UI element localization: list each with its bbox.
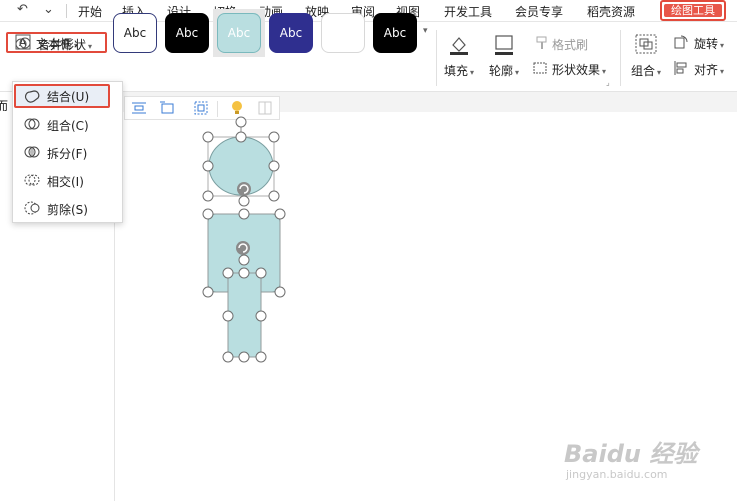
merge-shapes-label: 合并形状 ▾ xyxy=(38,38,93,52)
chevron-down-icon: ▾ xyxy=(602,67,607,76)
chevron-down-icon: ▾ xyxy=(88,42,93,51)
toolbar-divider xyxy=(217,101,218,117)
shape-effects-icon xyxy=(533,62,547,74)
ribbon-divider xyxy=(620,30,621,86)
subtract-icon xyxy=(24,201,40,215)
watermark-brand: Baidu 经验 xyxy=(564,440,698,468)
shape-frame-icon[interactable] xyxy=(159,100,175,116)
rotate-icon xyxy=(674,35,688,49)
tab-member-exclusive[interactable]: 会员专享 xyxy=(515,3,563,20)
outline-icon[interactable] xyxy=(493,33,515,55)
intersect-icon xyxy=(24,174,40,186)
shape-style-sample-5[interactable] xyxy=(321,13,365,53)
ribbon-divider xyxy=(436,30,437,86)
group-button[interactable]: 组合 ▾ xyxy=(631,62,661,79)
group-label: 组合 xyxy=(631,64,656,78)
tab-home[interactable]: 开始 xyxy=(78,3,102,20)
menu-item-fragment[interactable]: 拆分(F) xyxy=(13,139,122,165)
shape-style-sample-1[interactable]: Abc xyxy=(113,13,157,53)
menu-bar: ↶ ⌄ 开始 插入 设计 切换 动画 放映 审阅 视图 开发工具 会员专享 稻壳… xyxy=(0,0,737,22)
thumbnail-panel-partial-text: 而 xyxy=(0,99,9,113)
menu-item-union[interactable]: 结合(U) xyxy=(13,82,122,108)
menu-item-label: 组合(C) xyxy=(47,119,89,133)
merge-shapes-menu: 结合(U) 组合(C) 拆分(F) 相交(I) 剪除(S) xyxy=(12,81,123,223)
menu-item-combine[interactable]: 组合(C) xyxy=(13,111,122,137)
style-gallery-more-icon[interactable]: ▾ xyxy=(423,26,428,36)
align-icon xyxy=(674,61,687,75)
tab-drawing-tools[interactable]: 绘图工具 xyxy=(660,0,726,21)
floating-shape-toolbar xyxy=(124,96,280,120)
shape-effects-label: 形状效果 xyxy=(552,63,601,77)
menu-item-label: 剪除(S) xyxy=(47,203,88,217)
menu-item-label: 结合(U) xyxy=(47,90,90,104)
align-button[interactable]: 对齐 ▾ xyxy=(694,61,724,78)
fragment-icon xyxy=(24,146,40,158)
merge-shapes-button[interactable]: 合并形状 ▾ xyxy=(6,32,107,53)
distribute-icon[interactable] xyxy=(131,100,147,116)
format-painter-icon xyxy=(536,36,547,49)
shape-style-sample-6[interactable]: Abc xyxy=(373,13,417,53)
shape-style-sample-3[interactable]: Abc xyxy=(217,13,261,53)
tab-drawing-tools-label: 绘图工具 xyxy=(664,4,722,17)
chevron-down-icon: ▾ xyxy=(470,68,475,77)
tab-developer-tools[interactable]: 开发工具 xyxy=(444,3,492,20)
menu-item-label: 相交(I) xyxy=(47,175,84,189)
group-icon[interactable] xyxy=(634,33,658,55)
combine-icon xyxy=(24,118,40,130)
lightbulb-icon[interactable] xyxy=(229,100,245,116)
layout-panel-icon[interactable] xyxy=(257,100,273,116)
chevron-down-icon: ▾ xyxy=(515,68,520,77)
quick-access-dropdown-icon[interactable]: ⌄ xyxy=(43,2,54,17)
rotate-label: 旋转 xyxy=(694,37,719,51)
group-objects-icon[interactable] xyxy=(193,100,209,116)
baidu-watermark: Baidu 经验 jingyan.baidu.com xyxy=(560,416,730,496)
shape-effects-button[interactable]: 形状效果 ▾ xyxy=(552,61,606,78)
merge-shapes-icon xyxy=(15,37,31,50)
chevron-down-icon: ▾ xyxy=(657,68,662,77)
fill-label: 填充 xyxy=(444,64,469,78)
union-icon xyxy=(24,90,40,103)
fill-bucket-icon[interactable] xyxy=(448,33,470,55)
chevron-down-icon: ▾ xyxy=(720,67,725,76)
outline-label: 轮廓 xyxy=(489,64,514,78)
shape-style-sample-2[interactable]: Abc xyxy=(165,13,209,53)
chevron-down-icon: ▾ xyxy=(720,41,725,50)
outline-button[interactable]: 轮廓 ▾ xyxy=(489,62,519,79)
format-painter-button[interactable]: 格式刷 xyxy=(552,36,588,53)
menu-item-subtract[interactable]: 剪除(S) xyxy=(13,195,122,221)
app-window: ↶ ⌄ 开始 插入 设计 切换 动画 放映 审阅 视图 开发工具 会员专享 稻壳… xyxy=(0,0,737,501)
menu-divider xyxy=(66,4,67,18)
watermark-url: jingyan.baidu.com xyxy=(566,468,668,481)
redo-icon[interactable]: ↶ xyxy=(17,2,28,17)
rotate-button[interactable]: 旋转 ▾ xyxy=(694,35,724,52)
shape-style-sample-4[interactable]: Abc xyxy=(269,13,313,53)
menu-item-intersect[interactable]: 相交(I) xyxy=(13,167,122,193)
fill-button[interactable]: 填充 ▾ xyxy=(444,62,474,79)
tab-docer-resources[interactable]: 稻壳资源 xyxy=(587,3,635,20)
dialog-launcher-icon[interactable]: ⌟ xyxy=(606,78,610,87)
align-label: 对齐 xyxy=(694,63,719,77)
menu-item-label: 拆分(F) xyxy=(47,147,88,161)
